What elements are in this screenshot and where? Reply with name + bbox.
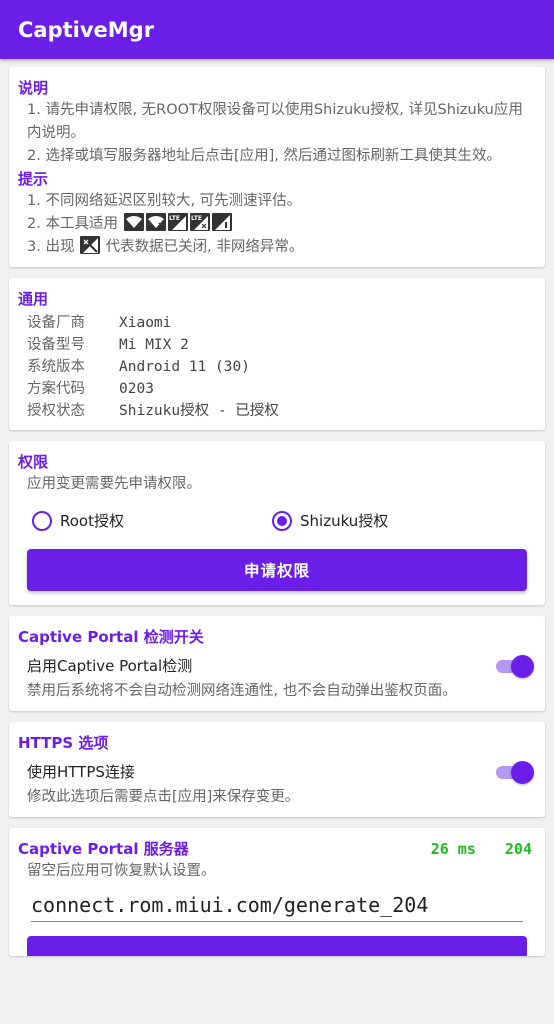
signal-warning-icon xyxy=(211,213,232,231)
radio-shizuku-circle[interactable] xyxy=(272,510,292,531)
radio-root-label: Root授权 xyxy=(60,512,124,530)
https-title: HTTPS 选项 xyxy=(18,734,109,752)
info-key: 授权状态 xyxy=(27,403,85,419)
permission-title: 权限 xyxy=(18,453,49,471)
lte-signal-x-icon: LTE xyxy=(189,213,210,231)
wifi-x-icon xyxy=(145,213,166,231)
radio-root[interactable]: Root授权 xyxy=(32,510,272,531)
radio-shizuku-label: Shizuku授权 xyxy=(300,512,389,530)
https-desc: 修改此选项后需要点击[应用]来保存变更。 xyxy=(27,789,300,805)
general-card: 通用 设备厂商 Xiaomi 设备型号 Mi MIX 2 系统版本 Androi… xyxy=(9,278,545,430)
info-row-manufacturer: 设备厂商 Xiaomi xyxy=(18,312,536,334)
server-title: Captive Portal 服务器 xyxy=(18,840,189,858)
radio-root-circle[interactable] xyxy=(32,510,52,531)
general-title: 通用 xyxy=(18,290,49,308)
tip-line-2-text: 2. 本工具适用 xyxy=(27,216,118,232)
instruction-line-2: 2. 选择或填写服务器地址后点击[应用], 然后通过图标刷新工具使其生效。 xyxy=(27,148,501,164)
info-key: 系统版本 xyxy=(27,359,85,375)
server-desc: 留空后应用可恢复默认设置。 xyxy=(27,863,216,879)
info-value: Android 11 (30) xyxy=(119,359,250,375)
permission-card: 权限 应用变更需要先申请权限。 Root授权 Shizuku授权 申请权限 xyxy=(9,441,545,605)
server-stats: 26 ms 204 xyxy=(411,840,536,858)
captive-detection-toggle[interactable] xyxy=(496,654,534,678)
captive-switch-desc: 禁用后系统将不会自动检测网络连通性, 也不会自动弹出鉴权页面。 xyxy=(27,683,457,699)
info-row-scheme-code: 方案代码 0203 xyxy=(18,378,536,400)
info-value: Mi MIX 2 xyxy=(119,337,189,353)
https-toggle[interactable] xyxy=(496,760,534,784)
app-bar: CaptiveMgr xyxy=(0,0,554,59)
status-code: 204 xyxy=(504,840,532,858)
signal-off-icon xyxy=(80,236,101,254)
toggle-thumb xyxy=(511,760,534,784)
tip-line-2: 2. 本工具适用 LTE LTE xyxy=(18,213,536,236)
tips-title: 提示 xyxy=(18,170,49,188)
server-header: Captive Portal 服务器 26 ms 204 xyxy=(18,838,536,860)
https-switch-label: 使用HTTPS连接 xyxy=(27,763,135,781)
lte-signal-warning-icon: LTE xyxy=(167,213,188,231)
info-value: Xiaomi xyxy=(119,315,172,331)
instruction-line-1: 1. 请先申请权限, 无ROOT权限设备可以使用Shizuku授权, 详见Shi… xyxy=(27,102,523,141)
https-switch-row[interactable]: 使用HTTPS连接 xyxy=(18,760,536,784)
request-permission-button[interactable]: 申请权限 xyxy=(27,549,527,591)
info-row-os-version: 系统版本 Android 11 (30) xyxy=(18,356,536,378)
info-value: Shizuku授权 - 已授权 xyxy=(119,403,279,419)
main-content: 说明 1. 请先申请权限, 无ROOT权限设备可以使用Shizuku授权, 详见… xyxy=(0,59,554,956)
info-row-auth-status: 授权状态 Shizuku授权 - 已授权 xyxy=(18,400,536,422)
svg-text:LTE: LTE xyxy=(191,215,202,222)
permission-desc: 应用变更需要先申请权限。 xyxy=(27,476,201,492)
info-key: 设备厂商 xyxy=(27,315,85,331)
svg-text:LTE: LTE xyxy=(169,215,180,222)
tip-line-3-prefix: 3. 出现 xyxy=(27,239,75,255)
tip-line-3-suffix: 代表数据已关闭, 非网络异常。 xyxy=(105,239,304,255)
info-key: 设备型号 xyxy=(27,337,85,353)
wifi-warning-icon xyxy=(123,213,144,231)
https-card: HTTPS 选项 使用HTTPS连接 修改此选项后需要点击[应用]来保存变更。 xyxy=(9,722,545,817)
tip-line-3: 3. 出现 代表数据已关闭, 非网络异常。 xyxy=(18,236,536,259)
latency-value: 26 ms xyxy=(430,840,476,858)
captive-switch-card: Captive Portal 检测开关 启用Captive Portal检测 禁… xyxy=(9,616,545,711)
info-key: 方案代码 xyxy=(27,381,85,397)
app-title: CaptiveMgr xyxy=(18,17,155,42)
permission-radio-group: Root授权 Shizuku授权 xyxy=(18,510,536,531)
apply-button[interactable] xyxy=(27,936,527,956)
toggle-thumb xyxy=(511,654,534,678)
captive-switch-row[interactable]: 启用Captive Portal检测 xyxy=(18,654,536,678)
captive-switch-label: 启用Captive Portal检测 xyxy=(27,657,193,675)
radio-shizuku[interactable]: Shizuku授权 xyxy=(272,510,512,531)
instructions-title: 说明 xyxy=(18,79,49,97)
server-card: Captive Portal 服务器 26 ms 204 留空后应用可恢复默认设… xyxy=(9,828,545,956)
info-row-model: 设备型号 Mi MIX 2 xyxy=(18,334,536,356)
info-value: 0203 xyxy=(119,381,154,397)
captive-switch-title: Captive Portal 检测开关 xyxy=(18,628,204,646)
tip-line-1: 1. 不同网络延迟区别较大, 可先测速评估。 xyxy=(27,193,302,209)
instructions-card: 说明 1. 请先申请权限, 无ROOT权限设备可以使用Shizuku授权, 详见… xyxy=(9,67,545,267)
server-address-input[interactable]: connect.rom.miui.com/generate_204 xyxy=(31,893,523,922)
